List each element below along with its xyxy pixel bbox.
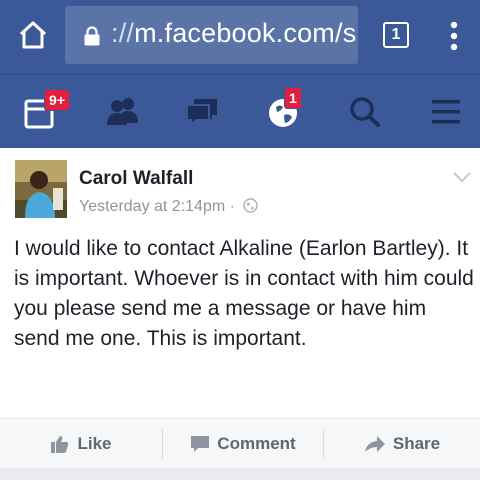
notifications-badge: 1 xyxy=(284,87,302,109)
post-actions: Like Comment Share xyxy=(0,418,480,468)
post-meta: Yesterday at 2:14pm · xyxy=(79,198,259,216)
like-label: Like xyxy=(77,434,112,453)
menu-icon xyxy=(432,100,460,124)
share-icon xyxy=(364,436,385,452)
browser-menu-button[interactable] xyxy=(444,20,464,52)
address-bar[interactable]: ://m.facebook.com/s xyxy=(65,6,358,64)
nav-friends[interactable] xyxy=(93,75,153,149)
search-icon xyxy=(350,97,380,127)
tab-switcher-button[interactable]: 1 xyxy=(383,22,409,48)
url-scheme: :// xyxy=(111,18,135,48)
url-host: m.facebook.com/s xyxy=(134,18,357,48)
nav-search[interactable] xyxy=(336,75,396,149)
url-text: ://m.facebook.com/s xyxy=(111,18,356,49)
like-button[interactable]: Like xyxy=(0,419,162,469)
nav-notifications[interactable]: 1 xyxy=(254,75,314,149)
facebook-nav-bar: 9+ 1 xyxy=(0,74,480,148)
browser-toolbar: ://m.facebook.com/s 1 xyxy=(0,0,480,74)
meta-separator: · xyxy=(229,198,235,215)
more-vert-icon xyxy=(450,21,458,51)
home-icon xyxy=(19,21,47,49)
lock-icon xyxy=(84,26,100,46)
post-body: I would like to contact Alkaline (Earlon… xyxy=(14,237,474,350)
like-icon xyxy=(51,436,69,453)
nav-menu[interactable] xyxy=(416,75,476,149)
post-options-button[interactable] xyxy=(452,170,472,184)
messages-icon xyxy=(186,99,217,128)
share-button[interactable]: Share xyxy=(324,419,480,469)
avatar-photo xyxy=(15,160,67,218)
post-timestamp[interactable]: Yesterday at 2:14pm xyxy=(79,198,225,215)
chevron-down-icon xyxy=(453,172,471,183)
nav-friend-requests[interactable]: 9+ xyxy=(12,75,72,149)
home-button[interactable] xyxy=(16,18,50,52)
comment-button[interactable]: Comment xyxy=(163,419,323,469)
nav-messages[interactable] xyxy=(172,75,232,149)
share-label: Share xyxy=(392,434,441,453)
comment-icon xyxy=(191,436,210,452)
avatar[interactable] xyxy=(15,160,67,218)
comment-label: Comment xyxy=(217,434,296,453)
post-author[interactable]: Carol Walfall xyxy=(79,168,193,190)
globe-privacy-icon xyxy=(243,198,259,213)
post-card: Carol Walfall Yesterday at 2:14pm · I wo… xyxy=(0,148,480,468)
friends-icon xyxy=(107,98,138,125)
requests-badge: 9+ xyxy=(44,89,70,111)
